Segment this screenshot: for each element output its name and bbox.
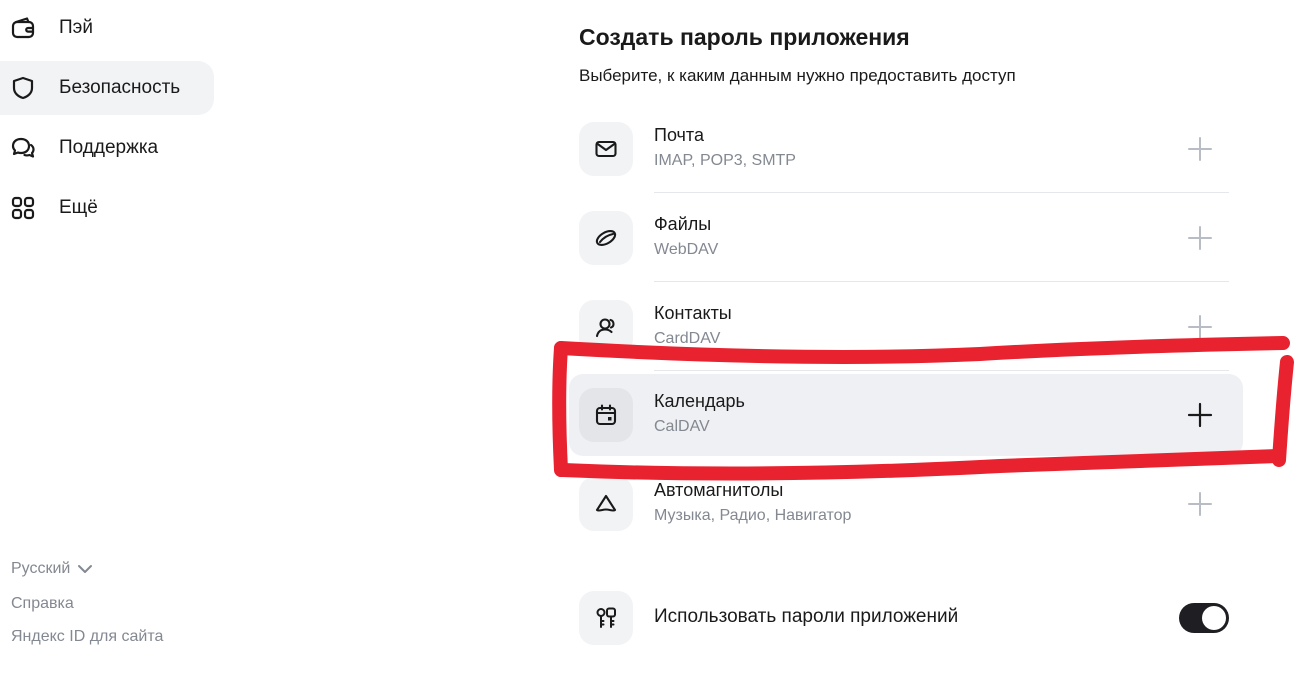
service-row-calendar[interactable]: Календарь CalDAV <box>569 370 1243 459</box>
service-protocols: CardDAV <box>654 330 721 347</box>
mail-icon <box>595 140 617 157</box>
service-icon-tile <box>579 591 633 645</box>
page-subtitle: Выберите, к каким данным нужно предостав… <box>579 66 1016 85</box>
car-navigation-icon <box>595 494 617 512</box>
service-icon-tile <box>579 121 633 176</box>
shield-icon <box>12 76 34 100</box>
service-protocols: IMAP, POP3, SMTP <box>654 152 796 169</box>
sidebar-item-pay[interactable]: Пэй <box>0 1 214 55</box>
service-row-mail[interactable]: Почта IMAP, POP3, SMTP <box>579 104 1229 193</box>
app-passwords-label: Использовать пароли приложений <box>654 606 959 627</box>
service-name: Автомагнитолы <box>654 480 784 500</box>
app-passwords-toggle[interactable] <box>1179 603 1229 633</box>
service-icon-tile <box>579 387 633 442</box>
plus-icon[interactable] <box>1187 491 1213 517</box>
contacts-icon <box>595 317 615 337</box>
sidebar-item-label: Безопасность <box>59 77 181 98</box>
plus-icon[interactable] <box>1187 136 1213 162</box>
service-row-car-audio[interactable]: Автомагнитолы Музыка, Радио, Навигатор <box>579 459 1229 548</box>
service-protocols: WebDAV <box>654 241 719 258</box>
sidebar-item-more[interactable]: Ещё <box>0 181 214 235</box>
sidebar-item-security[interactable]: Безопасность <box>0 61 214 115</box>
sidebar-item-support[interactable]: Поддержка <box>0 121 214 175</box>
page-title: Создать пароль приложения <box>579 24 910 50</box>
plus-icon[interactable] <box>1187 402 1213 428</box>
yandex-id-for-site-link[interactable]: Яндекс ID для сайта <box>11 628 163 646</box>
service-name: Календарь <box>654 391 745 411</box>
grid-icon <box>11 196 35 220</box>
sidebar-item-label: Ещё <box>59 197 98 218</box>
create-app-password-panel: Создать пароль приложения Выберите, к ка… <box>569 0 1259 674</box>
service-name: Файлы <box>654 214 712 234</box>
service-name: Почта <box>654 125 704 145</box>
chat-bubbles-icon <box>11 137 35 158</box>
disk-icon <box>595 229 617 246</box>
row-hover-background <box>569 374 1243 456</box>
calendar-icon <box>595 403 617 425</box>
language-selector[interactable]: Русский <box>11 560 94 578</box>
service-name: Контакты <box>654 303 732 323</box>
wallet-icon <box>11 17 35 39</box>
chevron-down-icon <box>78 565 93 573</box>
sidebar-item-label: Пэй <box>59 17 93 38</box>
service-icon-tile <box>579 299 633 354</box>
language-label: Русский <box>11 560 71 577</box>
sidebar-item-label: Поддержка <box>59 137 159 158</box>
service-icon-tile <box>579 476 633 531</box>
plus-icon[interactable] <box>1187 225 1213 251</box>
toggle-knob <box>1202 606 1226 630</box>
service-row-files[interactable]: Файлы WebDAV <box>579 193 1229 282</box>
service-protocols: Музыка, Радио, Навигатор <box>654 507 852 524</box>
keys-icon <box>596 607 616 628</box>
service-icon-tile <box>579 210 633 265</box>
service-protocols: CalDAV <box>654 418 710 435</box>
help-link[interactable]: Справка <box>11 595 74 613</box>
service-row-contacts[interactable]: Контакты CardDAV <box>579 282 1229 371</box>
sidebar: Пэй Безопасность Поддержка Ещё Русский С… <box>0 0 240 674</box>
app-passwords-setting: Использовать пароли приложений <box>579 590 1229 646</box>
plus-icon[interactable] <box>1187 314 1213 340</box>
